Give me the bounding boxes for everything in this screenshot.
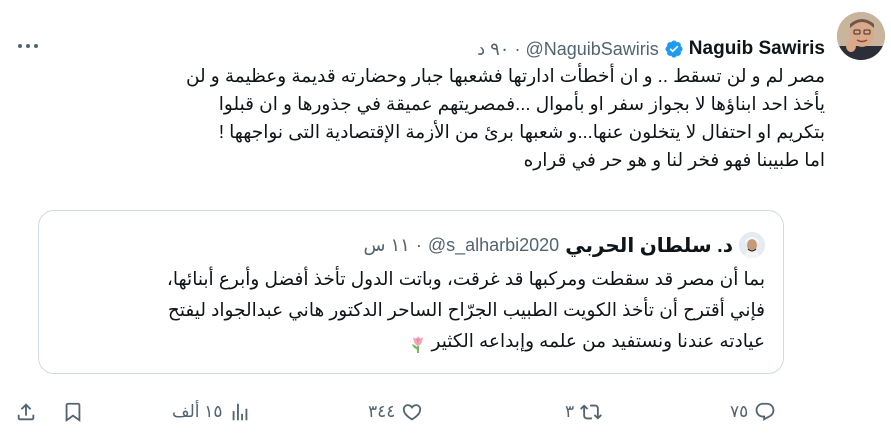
author-avatar[interactable] [837, 12, 885, 60]
share-button[interactable] [15, 392, 37, 432]
tweet-header: Naguib Sawiris @NaguibSawiris · ٩٠ د [477, 36, 825, 62]
avatar-image [837, 12, 885, 60]
views-button[interactable]: ١٥ ألف [172, 392, 251, 432]
quoted-author-avatar [739, 232, 765, 258]
verified-badge-icon [664, 39, 684, 59]
views-icon [232, 403, 247, 421]
separator-dot: · [514, 38, 521, 59]
action-bar: ١٥ ألف ٣٤٤ ٣ ٧٥ [0, 392, 891, 432]
quoted-tweet-time[interactable]: ١١ س [364, 235, 410, 256]
likes-count: ٣٤٤ [368, 402, 396, 421]
tulip-icon [408, 332, 428, 354]
tweet-text-line: بتكريم او احتفال لا يتخلون عنها...و شعبه… [218, 121, 825, 142]
retweets-count: ٣ [565, 402, 575, 421]
quoted-tweet-header: د. سلطان الحربي @s_alharbi2020 · ١١ س [364, 231, 765, 259]
tweet-text-line: اما طبيبنا فهو فخر لنا و هو حر في قراره [523, 149, 825, 170]
reply-icon [755, 402, 775, 421]
author-handle[interactable]: @NaguibSawiris [525, 39, 658, 60]
views-count: ١٥ ألف [172, 402, 223, 421]
quoted-tweet[interactable]: د. سلطان الحربي @s_alharbi2020 · ١١ س بم… [38, 210, 784, 374]
reply-button[interactable]: ٧٥ [730, 392, 776, 432]
quoted-author-name[interactable]: د. سلطان الحربي [565, 233, 733, 258]
retweet-button[interactable]: ٣ [565, 392, 603, 432]
replies-count: ٧٥ [730, 402, 749, 421]
share-icon [17, 403, 35, 421]
quoted-text-line: عيادته عندنا ونستفيد من علمه وإبداعه الك… [65, 325, 765, 356]
author-name[interactable]: Naguib Sawiris [689, 38, 825, 60]
tweet-time[interactable]: ٩٠ د [477, 39, 509, 60]
like-button[interactable]: ٣٤٤ [368, 392, 423, 432]
more-dots-icon[interactable] [14, 34, 42, 58]
retweet-icon [580, 404, 603, 420]
quoted-text-line: فإني أقترح أن تأخذ الكويت الطبيب الجرّاح… [167, 299, 765, 320]
quoted-author-handle[interactable]: @s_alharbi2020 [428, 235, 559, 256]
bookmark-button[interactable] [62, 392, 84, 432]
tweet-text-line: يأخذ احد ابناؤها لا بجواز سفر او بأموال … [218, 93, 825, 114]
quoted-text-line-content: عيادته عندنا ونستفيد من علمه وإبداعه الك… [431, 330, 765, 351]
bookmark-icon [65, 402, 81, 423]
tweet-text-line: مصر لم و لن تسقط .. و ان أخطأت ادارتها ف… [185, 65, 825, 86]
quoted-text-line: بما أن مصر قد سقطت ومركبها قد غرقت، وبات… [166, 268, 765, 289]
separator-dot: · [415, 234, 422, 255]
heart-icon [403, 404, 422, 421]
quoted-tweet-text: بما أن مصر قد سقطت ومركبها قد غرقت، وبات… [65, 263, 765, 356]
tweet-text: مصر لم و لن تسقط .. و ان أخطأت ادارتها ف… [65, 62, 825, 174]
